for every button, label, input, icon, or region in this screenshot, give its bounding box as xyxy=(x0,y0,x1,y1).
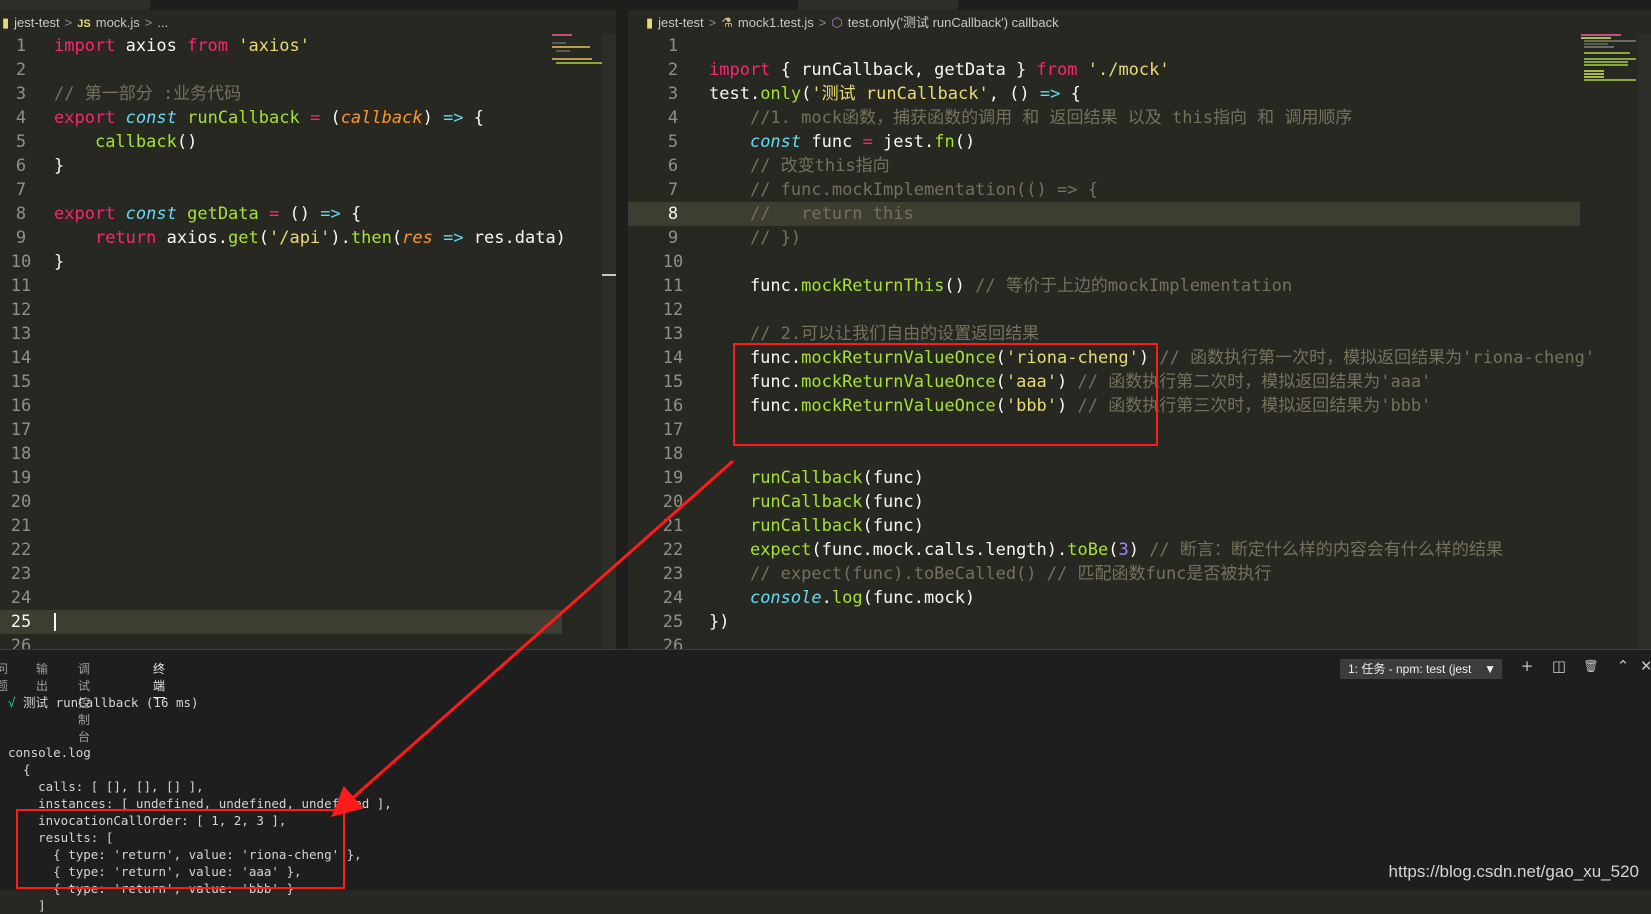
terminal-line: ] xyxy=(8,898,46,913)
arrow-line xyxy=(331,459,734,817)
annotation-arrow xyxy=(331,459,734,817)
